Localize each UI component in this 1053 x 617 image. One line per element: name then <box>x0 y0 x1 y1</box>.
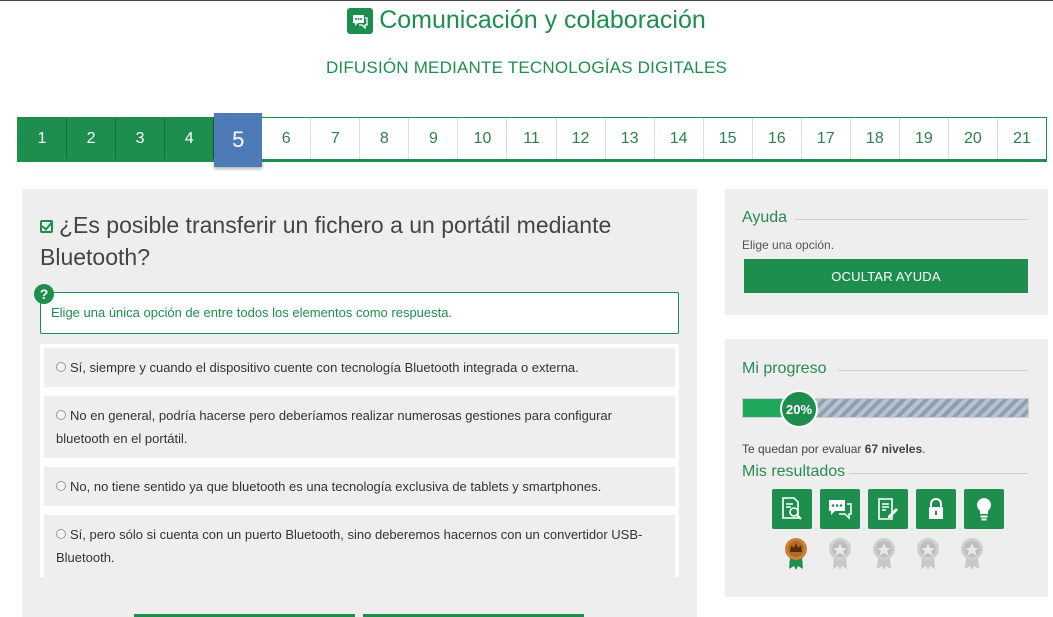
divider <box>795 219 1028 220</box>
question-mark-icon: ? <box>34 284 54 304</box>
level-4-tab[interactable]: 4 <box>165 118 215 159</box>
level-18-tab[interactable]: 18 <box>850 118 900 159</box>
radio-button[interactable] <box>56 410 66 420</box>
results-title: Mis resultados <box>742 463 846 480</box>
hint-box: ? Elige una única opción de entre todos … <box>34 284 679 334</box>
level-19-tab[interactable]: 19 <box>899 118 949 159</box>
level-7-tab[interactable]: 7 <box>311 118 361 159</box>
answer-option-text: No en general, podría hacerse pero deber… <box>56 408 612 446</box>
remaining-prefix: Te quedan por evaluar <box>742 442 862 456</box>
answer-option[interactable]: No, no tiene sentido ya que bluetooth es… <box>44 467 675 506</box>
level-2-tab[interactable]: 2 <box>67 118 117 159</box>
chat-bubbles-icon[interactable] <box>820 489 860 529</box>
result-icons <box>772 489 1004 529</box>
level-9-tab[interactable]: 9 <box>409 118 459 159</box>
remaining-count: 67 niveles <box>864 442 923 456</box>
page-title: Comunicación y colaboración <box>347 6 706 35</box>
medals-row <box>784 537 984 571</box>
medal-locked-icon <box>872 537 896 571</box>
level-20-tab[interactable]: 20 <box>948 118 998 159</box>
question-panel: ¿Es posible transferir un fichero a un p… <box>22 189 697 617</box>
answer-option[interactable]: Sí, pero sólo si cuenta con un puerto Bl… <box>44 515 675 577</box>
medal-bronze-icon <box>784 537 808 571</box>
answer-option-text: Sí, siempre y cuando el dispositivo cuen… <box>70 360 579 375</box>
answer-option[interactable]: Sí, siempre y cuando el dispositivo cuen… <box>44 348 675 387</box>
level-17-tab[interactable]: 17 <box>801 118 851 159</box>
level-5-tab[interactable]: 5 <box>214 113 263 167</box>
divider <box>838 370 1028 371</box>
checkbox-icon <box>40 220 53 233</box>
radio-button[interactable] <box>56 362 66 372</box>
answer-option-text: No, no tiene sentido ya que bluetooth es… <box>70 479 602 494</box>
remaining-levels: Te quedan por evaluar 67 niveles. <box>742 442 925 456</box>
help-title: Ayuda <box>742 209 788 226</box>
answer-options: Sí, siempre y cuando el dispositivo cuen… <box>40 344 679 577</box>
chat-icon <box>347 7 374 34</box>
divider <box>849 473 1028 474</box>
medal-locked-icon <box>960 537 984 571</box>
level-8-tab[interactable]: 8 <box>360 118 410 159</box>
level-10-tab[interactable]: 10 <box>458 118 508 159</box>
help-text: Elige una opción. <box>742 238 835 252</box>
level-12-tab[interactable]: 12 <box>556 118 606 159</box>
progress-title: Mi progreso <box>742 360 827 377</box>
progress-percent-badge: 20% <box>780 390 818 428</box>
radio-button[interactable] <box>56 481 66 491</box>
level-6-tab[interactable]: 6 <box>262 118 312 159</box>
level-1-tab[interactable]: 1 <box>18 118 68 159</box>
radio-button[interactable] <box>56 529 66 539</box>
lightbulb-icon[interactable] <box>964 489 1004 529</box>
hint-text: Elige una única opción de entre todos lo… <box>51 305 453 320</box>
page-subtitle: DIFUSIÓN MEDIANTE TECNOLOGÍAS DIGITALES <box>325 58 728 77</box>
help-panel: Ayuda Elige una opción. OCULTAR AYUDA <box>725 189 1048 315</box>
level-15-tab[interactable]: 15 <box>703 118 753 159</box>
page-title-text: Comunicación y colaboración <box>379 6 706 34</box>
page-header: Comunicación y colaboración <box>0 6 1053 35</box>
progress-panel: Mi progreso 20% Te quedan por evaluar 67… <box>725 339 1048 597</box>
level-13-tab[interactable]: 13 <box>605 118 655 159</box>
level-11-tab[interactable]: 11 <box>507 118 557 159</box>
remaining-suffix: . <box>922 442 926 456</box>
answer-option-text: Sí, pero sólo si cuenta con un puerto Bl… <box>56 527 643 565</box>
top-border <box>0 0 1053 1</box>
medal-locked-icon <box>828 537 852 571</box>
level-21-tab[interactable]: 21 <box>997 118 1046 159</box>
answer-option[interactable]: No en general, podría hacerse pero deber… <box>44 396 675 458</box>
level-14-tab[interactable]: 14 <box>654 118 704 159</box>
edit-document-icon[interactable] <box>868 489 908 529</box>
medal-locked-icon <box>916 537 940 571</box>
question-text: ¿Es posible transferir un fichero a un p… <box>40 212 612 270</box>
lock-icon[interactable] <box>916 489 956 529</box>
hide-help-button[interactable]: OCULTAR AYUDA <box>744 259 1028 293</box>
level-16-tab[interactable]: 16 <box>752 118 802 159</box>
document-search-icon[interactable] <box>772 489 812 529</box>
level-navigation: 1 2 3 4 5 6 7 8 9 10 11 12 13 14 15 16 17 18 19 20 21 <box>17 113 1047 167</box>
question-title: ¿Es posible transferir un fichero a un p… <box>40 209 660 273</box>
level-3-tab[interactable]: 3 <box>116 118 166 159</box>
